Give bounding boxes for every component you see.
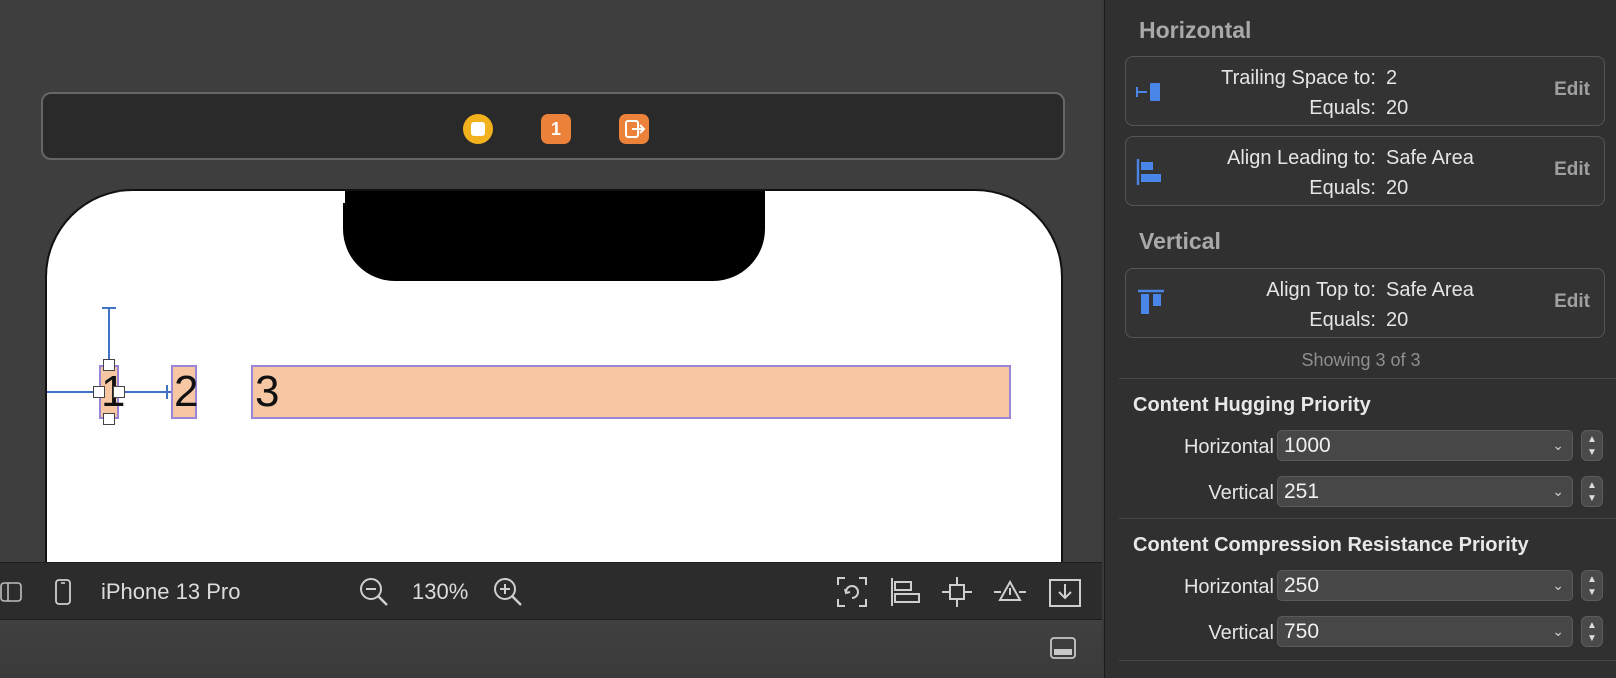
divider bbox=[1119, 378, 1616, 379]
align-leading-icon bbox=[1136, 157, 1166, 187]
hugging-horizontal-field[interactable]: 1000 ⌄ bbox=[1277, 430, 1573, 461]
compression-vertical-label: Vertical bbox=[1208, 622, 1274, 644]
size-inspector: Horizontal Trailing Space to: 2 Equals: … bbox=[1104, 0, 1616, 678]
edit-button[interactable]: Edit bbox=[1554, 79, 1590, 101]
resize-handle-left[interactable] bbox=[93, 386, 105, 398]
divider bbox=[1119, 660, 1616, 661]
embed-in-icon[interactable] bbox=[1048, 563, 1082, 621]
exit-icon[interactable] bbox=[619, 114, 649, 144]
constraint-value: Safe Area bbox=[1386, 147, 1474, 169]
device-icon[interactable] bbox=[54, 563, 72, 621]
compression-vertical-stepper[interactable]: ▲ ▼ bbox=[1581, 616, 1603, 647]
sidebar-toggle-icon[interactable] bbox=[0, 563, 24, 621]
constraint-value: 2 bbox=[1386, 67, 1398, 89]
chevron-down-icon[interactable]: ⌄ bbox=[1552, 431, 1564, 460]
zoom-out-icon[interactable] bbox=[358, 563, 390, 621]
top-constraint-cap bbox=[102, 307, 116, 309]
zoom-in-icon[interactable] bbox=[492, 563, 524, 621]
constant-value: 20 bbox=[1386, 177, 1409, 199]
align-top-icon bbox=[1136, 289, 1166, 319]
constraint-align-leading[interactable]: Align Leading to: Safe Area Equals: 20 E… bbox=[1125, 136, 1605, 206]
divider bbox=[1119, 518, 1616, 519]
hugging-horizontal-value: 1000 bbox=[1284, 434, 1331, 457]
constant-key: Equals: bbox=[1309, 97, 1376, 119]
constraint-align-top[interactable]: Align Top to: Safe Area Equals: 20 Edit bbox=[1125, 268, 1605, 338]
vertical-section-title: Vertical bbox=[1139, 228, 1221, 254]
trailing-space-icon bbox=[1136, 77, 1166, 107]
label-2[interactable]: 2 bbox=[171, 365, 198, 419]
resolve-issues-icon[interactable] bbox=[993, 563, 1027, 621]
leading-constraint-line[interactable] bbox=[47, 391, 99, 393]
hugging-vertical-field[interactable]: 251 ⌄ bbox=[1277, 476, 1573, 507]
align-icon[interactable] bbox=[889, 563, 921, 621]
update-frames-icon[interactable] bbox=[836, 563, 868, 621]
trailing-constraint-cap bbox=[166, 385, 168, 399]
exit-glyph bbox=[625, 120, 646, 138]
horizontal-section-title: Horizontal bbox=[1139, 17, 1252, 43]
resize-handle-top[interactable] bbox=[103, 359, 115, 371]
compression-horizontal-stepper[interactable]: ▲ ▼ bbox=[1581, 570, 1603, 601]
hugging-horizontal-stepper[interactable]: ▲ ▼ bbox=[1581, 430, 1603, 461]
edit-button[interactable]: Edit bbox=[1554, 291, 1590, 313]
view-controller-icon[interactable] bbox=[463, 114, 493, 144]
constraint-value: Safe Area bbox=[1386, 279, 1474, 301]
constant-key: Equals: bbox=[1309, 177, 1376, 199]
constraint-key: Align Top to: bbox=[1266, 279, 1376, 301]
chevron-down-icon[interactable]: ⌄ bbox=[1552, 477, 1564, 506]
constraints-count: Showing 3 of 3 bbox=[1301, 350, 1421, 370]
edit-button[interactable]: Edit bbox=[1554, 159, 1590, 181]
top-constraint-line[interactable] bbox=[108, 308, 110, 366]
chevron-down-icon[interactable]: ⌄ bbox=[1552, 571, 1564, 600]
constant-value: 20 bbox=[1386, 97, 1409, 119]
trailing-constraint-line[interactable] bbox=[119, 391, 171, 393]
hugging-horizontal-label: Horizontal bbox=[1183, 436, 1274, 458]
compression-horizontal-field[interactable]: 250 ⌄ bbox=[1277, 570, 1573, 601]
compression-vertical-value: 750 bbox=[1284, 620, 1320, 643]
compression-horizontal-label: Horizontal bbox=[1183, 576, 1274, 598]
device-name[interactable]: iPhone 13 Pro bbox=[101, 563, 240, 621]
first-responder-icon[interactable]: 1 bbox=[541, 114, 571, 144]
hugging-priority-title: Content Hugging Priority bbox=[1133, 394, 1371, 416]
debug-area-bar bbox=[0, 620, 1102, 678]
toggle-debug-area-icon[interactable] bbox=[1050, 636, 1076, 665]
constraint-key: Align Leading to: bbox=[1226, 147, 1376, 169]
constraint-trailing-space[interactable]: Trailing Space to: 2 Equals: 20 Edit bbox=[1125, 56, 1605, 126]
constant-value: 20 bbox=[1386, 309, 1409, 331]
device-notch bbox=[329, 191, 765, 281]
scene-dock: 1 bbox=[41, 92, 1065, 160]
chevron-down-icon[interactable]: ⌄ bbox=[1552, 617, 1564, 646]
hugging-vertical-label: Vertical bbox=[1208, 482, 1274, 504]
compression-horizontal-value: 250 bbox=[1284, 574, 1320, 597]
constant-key: Equals: bbox=[1309, 309, 1376, 331]
storyboard-canvas[interactable]: 1 1 2 3 iPhone 13 Pro bbox=[0, 0, 1102, 678]
resize-handle-right[interactable] bbox=[113, 386, 125, 398]
hugging-vertical-value: 251 bbox=[1284, 480, 1320, 503]
add-constraints-icon[interactable] bbox=[941, 563, 973, 621]
compression-priority-title: Content Compression Resistance Priority bbox=[1133, 534, 1529, 556]
zoom-level[interactable]: 130% bbox=[412, 563, 468, 621]
constraint-key: Trailing Space to: bbox=[1221, 67, 1376, 89]
hugging-vertical-stepper[interactable]: ▲ ▼ bbox=[1581, 476, 1603, 507]
resize-handle-bottom[interactable] bbox=[103, 413, 115, 425]
label-3[interactable]: 3 bbox=[251, 365, 1011, 419]
compression-vertical-field[interactable]: 750 ⌄ bbox=[1277, 616, 1573, 647]
canvas-bottom-toolbar: iPhone 13 Pro 130% bbox=[0, 562, 1102, 620]
